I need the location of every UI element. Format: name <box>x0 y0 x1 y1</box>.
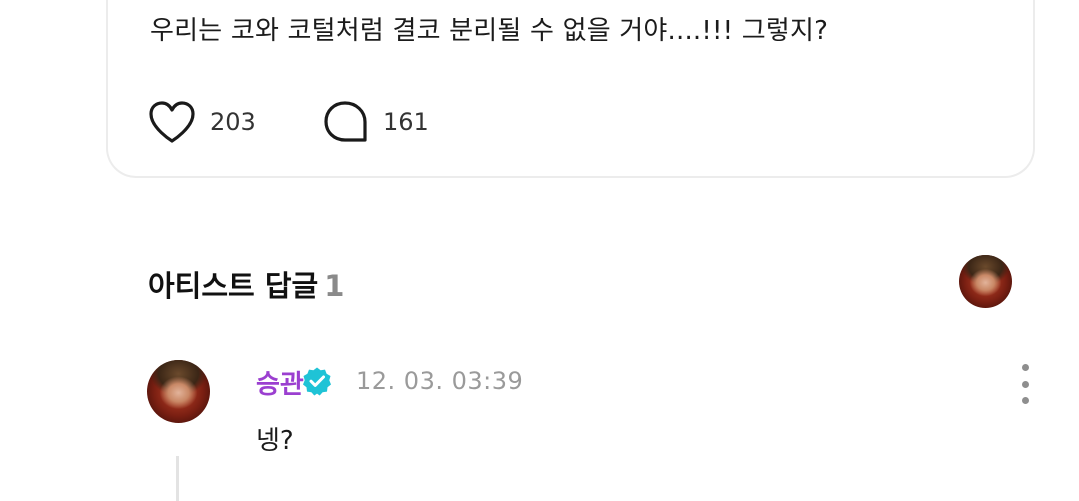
artist-header-avatar[interactable] <box>959 255 1012 308</box>
artist-photo <box>959 255 1012 308</box>
reply-text: 넹? <box>256 426 294 456</box>
reply-timestamp: 12. 03. 03:39 <box>356 367 524 395</box>
like-button[interactable]: 203 <box>148 97 256 147</box>
heart-icon <box>149 101 195 143</box>
comment-count: 161 <box>383 108 429 136</box>
artist-photo <box>147 360 210 423</box>
more-dot-icon <box>1021 380 1029 388</box>
more-dot-icon <box>1021 397 1029 404</box>
verified-badge-icon <box>303 367 331 396</box>
artist-reply-title: 아티스트 답글 <box>148 269 319 303</box>
page: 우리는 코와 코털처럼 결코 분리될 수 없을 거야....!!! 그렇지? 2… <box>0 0 1079 501</box>
more-dot-icon <box>1021 364 1029 371</box>
artist-reply-count: 1 <box>324 269 345 303</box>
reply-author-avatar[interactable] <box>147 360 210 423</box>
thread-line <box>176 456 179 501</box>
reply-author-name[interactable]: 승관 <box>256 364 304 401</box>
like-count: 203 <box>210 108 256 136</box>
more-options-button[interactable] <box>1013 364 1037 404</box>
comment-button[interactable]: 161 <box>323 97 429 147</box>
artist-reply-header: 아티스트 답글 1 <box>148 263 344 305</box>
comment-bubble-icon <box>324 101 367 142</box>
post-text: 우리는 코와 코털처럼 결코 분리될 수 없을 거야....!!! 그렇지? <box>150 16 829 46</box>
